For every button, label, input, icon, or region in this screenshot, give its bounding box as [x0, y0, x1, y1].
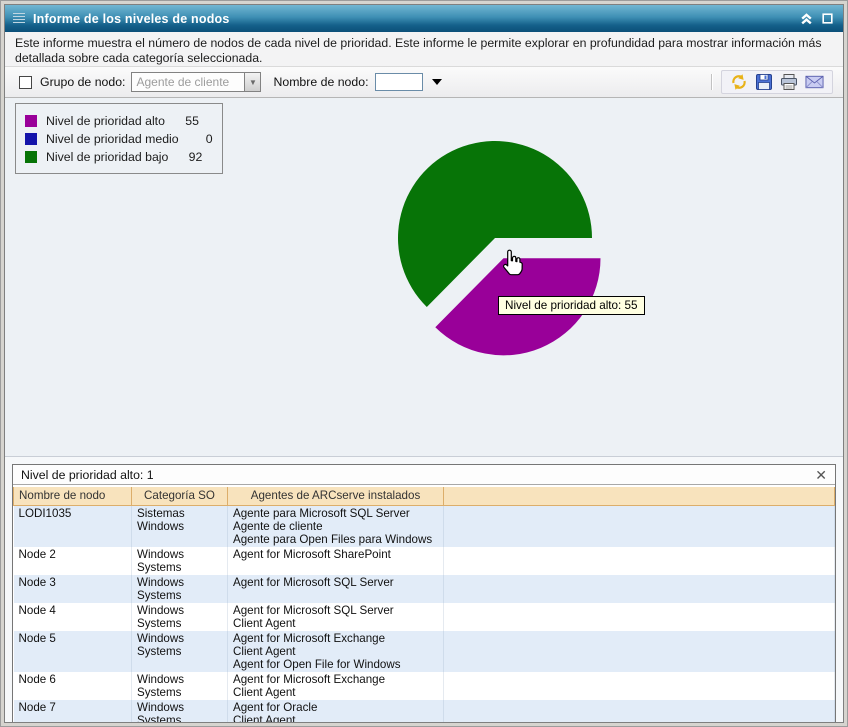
- chevron-down-icon: ▼: [244, 73, 260, 91]
- chart-tooltip: Nivel de prioridad alto: 55: [498, 296, 645, 315]
- detail-table: Nombre de nodo Categoría SO Agentes de A…: [13, 485, 835, 723]
- detail-panel-title: Nivel de prioridad alto: 1: [21, 468, 813, 482]
- chevron-double-up-icon: [800, 13, 813, 25]
- node-name-dropdown-arrow-icon[interactable]: [432, 79, 442, 85]
- chart-legend: Nivel de prioridad alto 55 Nivel de prio…: [15, 103, 223, 174]
- cell-node-name: Node 5: [14, 631, 132, 672]
- cell-node-name: Node 4: [14, 603, 132, 631]
- cell-os-category: Windows Systems: [132, 575, 228, 603]
- grip-icon: [13, 13, 25, 24]
- window-inner: Informe de los niveles de nodos Este inf…: [4, 4, 844, 723]
- cell-empty: [444, 575, 835, 603]
- cell-agents: Agent for Microsoft SharePoint: [228, 547, 444, 575]
- titlebar: Informe de los niveles de nodos: [5, 5, 843, 32]
- legend-swatch-alto: [25, 115, 37, 127]
- toolbar: Grupo de nodo: Agente de cliente ▼ Nombr…: [5, 67, 843, 98]
- legend-value: 92: [182, 150, 202, 164]
- column-header-os-category[interactable]: Categoría SO: [132, 486, 228, 505]
- column-header-node-name[interactable]: Nombre de nodo: [14, 486, 132, 505]
- node-group-label: Grupo de nodo:: [40, 75, 125, 89]
- cell-node-name: Node 6: [14, 672, 132, 700]
- cell-os-category: Windows Systems: [132, 700, 228, 724]
- legend-label: Nivel de prioridad medio: [46, 132, 179, 146]
- table-row: Node 7Windows SystemsAgent for Oracle Cl…: [14, 700, 835, 724]
- close-button[interactable]: ✕: [813, 468, 829, 482]
- report-description: Este informe muestra el número de nodos …: [5, 32, 843, 67]
- cell-agents: Agent for Oracle Client Agent: [228, 700, 444, 724]
- column-header-agents[interactable]: Agentes de ARCserve instalados: [228, 486, 444, 505]
- cell-empty: [444, 700, 835, 724]
- floppy-save-icon: [755, 73, 773, 91]
- save-button[interactable]: [755, 73, 773, 91]
- cell-agents: Agent for Microsoft Exchange Client Agen…: [228, 672, 444, 700]
- envelope-icon: [805, 75, 824, 89]
- column-header-empty: [444, 486, 835, 505]
- table-row: LODI1035Sistemas WindowsAgente para Micr…: [14, 505, 835, 547]
- bottom-area: Nivel de prioridad alto: 1 ✕ Nombre de n…: [5, 456, 843, 723]
- hand-cursor-icon: [500, 248, 524, 283]
- cell-os-category: Windows Systems: [132, 672, 228, 700]
- legend-swatch-bajo: [25, 151, 37, 163]
- cell-empty: [444, 547, 835, 575]
- cell-os-category: Windows Systems: [132, 603, 228, 631]
- cell-agents: Agent for Microsoft Exchange Client Agen…: [228, 631, 444, 672]
- legend-item: Nivel de prioridad medio 0: [25, 131, 213, 146]
- cell-os-category: Sistemas Windows: [132, 505, 228, 547]
- refresh-icon: [730, 73, 748, 91]
- node-name-label: Nombre de nodo:: [273, 75, 368, 89]
- chart-area: Nivel de prioridad alto 55 Nivel de prio…: [5, 98, 843, 456]
- cell-node-name: Node 7: [14, 700, 132, 724]
- table-row: Node 3Windows SystemsAgent for Microsoft…: [14, 575, 835, 603]
- page-title: Informe de los niveles de nodos: [33, 12, 793, 26]
- cell-os-category: Windows Systems: [132, 547, 228, 575]
- node-name-input[interactable]: [375, 73, 423, 91]
- cell-agents: Agente para Microsoft SQL Server Agente …: [228, 505, 444, 547]
- table-row: Node 4Windows SystemsAgent for Microsoft…: [14, 603, 835, 631]
- detail-panel: Nivel de prioridad alto: 1 ✕ Nombre de n…: [12, 464, 836, 723]
- legend-swatch-medio: [25, 133, 37, 145]
- cell-empty: [444, 631, 835, 672]
- collapse-button[interactable]: [798, 11, 814, 27]
- cell-agents: Agent for Microsoft SQL Server Client Ag…: [228, 603, 444, 631]
- table-header-row: Nombre de nodo Categoría SO Agentes de A…: [14, 486, 835, 505]
- node-group-checkbox[interactable]: [19, 76, 32, 89]
- printer-icon: [780, 73, 798, 91]
- maximize-icon: [822, 13, 833, 24]
- cell-os-category: Windows Systems: [132, 631, 228, 672]
- cell-empty: [444, 603, 835, 631]
- toolbar-icon-group: [721, 70, 833, 94]
- cell-agents: Agent for Microsoft SQL Server: [228, 575, 444, 603]
- cell-empty: [444, 505, 835, 547]
- legend-item: Nivel de prioridad alto 55: [25, 113, 213, 128]
- cell-node-name: LODI1035: [14, 505, 132, 547]
- legend-label: Nivel de prioridad alto: [46, 114, 165, 128]
- node-group-select-value: Agente de cliente: [132, 75, 244, 89]
- email-button[interactable]: [805, 75, 824, 89]
- legend-label: Nivel de prioridad bajo: [46, 150, 168, 164]
- cell-empty: [444, 672, 835, 700]
- detail-panel-titlebar: Nivel de prioridad alto: 1 ✕: [13, 465, 835, 485]
- table-row: Node 6Windows SystemsAgent for Microsoft…: [14, 672, 835, 700]
- report-window: Informe de los niveles de nodos Este inf…: [0, 0, 848, 727]
- print-button[interactable]: [780, 73, 798, 91]
- refresh-button[interactable]: [730, 73, 748, 91]
- cell-node-name: Node 3: [14, 575, 132, 603]
- toolbar-separator: [711, 74, 713, 90]
- legend-value: 55: [179, 114, 199, 128]
- cell-node-name: Node 2: [14, 547, 132, 575]
- legend-item: Nivel de prioridad bajo 92: [25, 149, 213, 164]
- legend-value: 0: [193, 132, 213, 146]
- maximize-button[interactable]: [819, 11, 835, 27]
- node-group-select[interactable]: Agente de cliente ▼: [131, 72, 261, 92]
- table-row: Node 2Windows SystemsAgent for Microsoft…: [14, 547, 835, 575]
- table-row: Node 5Windows SystemsAgent for Microsoft…: [14, 631, 835, 672]
